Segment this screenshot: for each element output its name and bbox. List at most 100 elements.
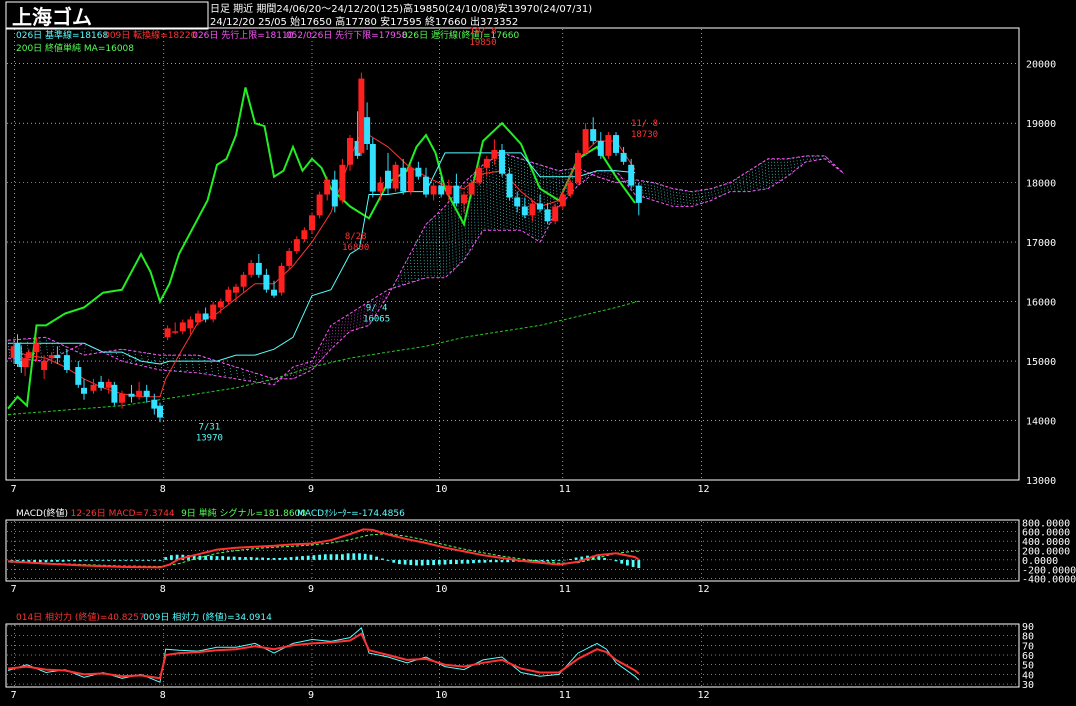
cloud-hatch [197, 355, 201, 373]
macd-hist-bar [232, 556, 236, 560]
candle-down [499, 149, 505, 174]
cloud-hatch [786, 158, 790, 177]
macd-hist-bar [90, 559, 93, 561]
cloud-hatch [447, 202, 451, 275]
cloud-hatch [647, 181, 650, 199]
candle-up [210, 304, 217, 320]
month-label: 12 [698, 484, 710, 495]
macd-hist-bar [306, 555, 310, 560]
candle-up [392, 164, 399, 189]
price-tick-label: 20000 [1026, 60, 1056, 71]
cloud-hatch [739, 176, 742, 192]
cloud-hatch [717, 186, 720, 198]
cloud-hatch [121, 349, 125, 362]
annotation-price: 18730 [631, 130, 658, 140]
macd-hist-bar [56, 559, 59, 562]
cloud-hatch [223, 362, 226, 377]
cloud-hatch [191, 355, 194, 373]
candle-up [172, 331, 179, 333]
price-tick-label: 13000 [1026, 476, 1056, 487]
rsi-month-label: 11 [559, 690, 571, 701]
candle-up [407, 167, 414, 192]
legend-item: 026日 先行上限=18110 [192, 29, 293, 41]
macd-hist-bar [483, 559, 487, 563]
cloud-hatch [432, 218, 435, 278]
cloud-hatch [235, 366, 239, 379]
candle-down [157, 405, 163, 418]
price-tick-label: 18000 [1026, 179, 1056, 190]
candle-down [369, 143, 376, 192]
month-label: 11 [559, 484, 571, 495]
cloud-hatch [400, 271, 403, 286]
macd-hist-bar [38, 559, 42, 563]
macd-hist-bar [255, 557, 259, 560]
macd-month-label: 12 [698, 584, 710, 595]
macd-month-label: 9 [308, 584, 314, 595]
rsi-month-label: 8 [160, 690, 166, 701]
cloud-hatch [755, 166, 758, 191]
candle-down [202, 313, 209, 320]
macd-hist-bar [261, 557, 264, 560]
annotation-date: 11/ 8 [631, 119, 658, 129]
macd-hist-bar [420, 559, 424, 566]
annotation-date: 10/ 8 [469, 27, 496, 37]
macd-hist-bar [113, 559, 116, 561]
candle-up [33, 343, 40, 353]
price-tick-label: 17000 [1026, 238, 1056, 249]
macd-hist-bar [78, 559, 82, 562]
candle-down [438, 185, 445, 195]
candle-down [506, 173, 513, 198]
candle-up [461, 194, 467, 204]
candle-up [491, 149, 498, 159]
macd-hist-bar [409, 559, 413, 566]
annotation-price: 16065 [363, 315, 390, 325]
macd-hist-bar [466, 559, 470, 564]
cloud-hatch [688, 191, 692, 207]
macd-hist-bar [284, 557, 287, 560]
macd-hist-bar [209, 555, 213, 560]
macd-hist-bar [135, 559, 139, 561]
cloud-hatch [669, 187, 673, 206]
candle-up [476, 167, 483, 183]
cloud-hatch [732, 180, 736, 192]
macd-hist-bar [147, 559, 150, 561]
macd-hist-bar [403, 559, 407, 565]
macd-hist-bar [437, 559, 441, 565]
macd-hist-bar [73, 559, 76, 562]
cloud-hatch [767, 158, 771, 189]
cloud-hatch [710, 188, 714, 201]
candle-up [301, 230, 308, 240]
macd-hist-bar [477, 559, 481, 563]
macd-hist-bar [266, 558, 270, 560]
macd-hist-bar [44, 559, 48, 563]
macd-hist-bar [238, 557, 242, 560]
cloud-hatch [305, 362, 308, 374]
cloud-hatch [292, 366, 296, 379]
candle-up [119, 393, 125, 403]
cloud-hatch [327, 331, 331, 353]
month-label: 10 [435, 484, 447, 495]
annotation-price: 16800 [342, 243, 369, 253]
cloud-hatch [409, 253, 413, 283]
cloud-hatch [520, 158, 524, 231]
macd-hist-bar [637, 559, 641, 569]
cloud-hatch [343, 317, 346, 338]
macd-hist-bar [158, 559, 162, 561]
rsi-month-label: 10 [435, 690, 447, 701]
macd-hist-bar [426, 559, 430, 566]
cloud-hatch [397, 277, 400, 287]
cloud-hatch [416, 242, 419, 281]
macd-signal-line [7, 533, 639, 568]
candle-up [605, 135, 612, 156]
candle-down [331, 179, 338, 207]
cloud-hatch [406, 259, 410, 284]
price-tick-label: 16000 [1026, 298, 1056, 309]
cloud-hatch [751, 168, 755, 192]
cloud-hatch [679, 189, 682, 207]
legend-item: 014日 相対力 (終値)=40.8257 [16, 611, 145, 623]
candle-down [597, 141, 604, 156]
macd-hist-bar [415, 559, 418, 566]
macd-hist-bar [358, 553, 361, 560]
macd-hist-bar [272, 558, 276, 560]
candle-up [286, 251, 293, 266]
